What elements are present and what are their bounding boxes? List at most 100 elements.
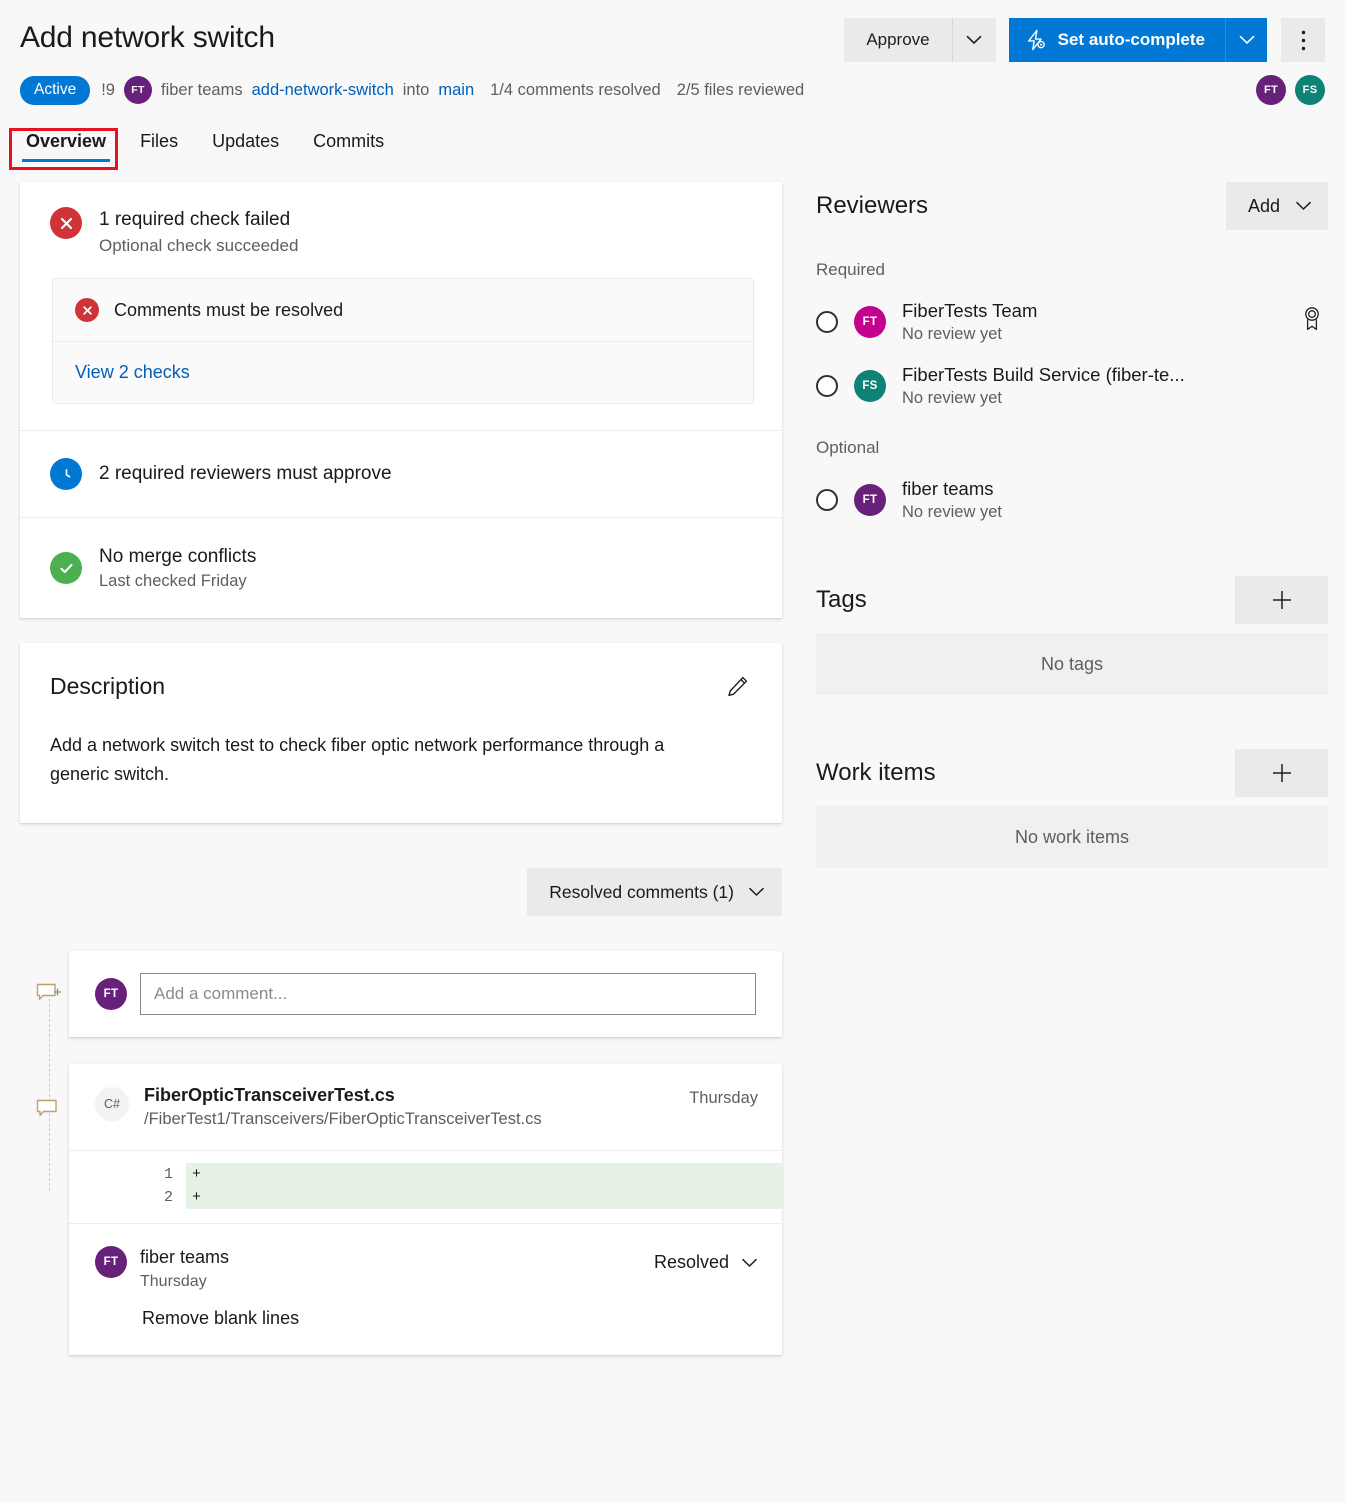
header-avatar-group: FT FS [1256, 75, 1325, 105]
diff-line-number: 2 [69, 1189, 186, 1206]
page-title: Add network switch [20, 16, 275, 56]
avatar[interactable]: FS [1295, 75, 1325, 105]
chevron-down-icon [1295, 201, 1312, 211]
policy-row-title: No merge conflicts [99, 545, 256, 569]
title-row: Add network switch Approve [20, 16, 1325, 62]
avatar-initials: FT [863, 494, 878, 506]
policy-row-reviewers: 2 required reviewers must approve [20, 430, 782, 517]
file-thread-header: C# FiberOpticTransceiverTest.cs /FiberTe… [69, 1064, 782, 1150]
policy-row-text: No merge conflicts Last checked Friday [99, 545, 256, 591]
source-branch-link[interactable]: add-network-switch [252, 81, 394, 100]
lightning-gear-icon [1025, 29, 1047, 51]
tags-section: Tags No tags [816, 576, 1328, 695]
plus-icon [1270, 761, 1294, 785]
reviewer-status: No review yet [902, 503, 1322, 522]
diff-line-content: + [186, 1186, 782, 1209]
avatar[interactable]: FT [1256, 75, 1286, 105]
check-row[interactable]: Comments must be resolved [53, 279, 753, 341]
approve-dropdown-button[interactable] [952, 18, 996, 62]
target-branch-link[interactable]: main [438, 81, 474, 100]
edit-description-button[interactable] [720, 669, 754, 703]
pr-meta-row: Active !9 FT fiber teams add-network-swi… [20, 75, 1325, 105]
tab-files[interactable]: Files [136, 127, 182, 162]
avatar-initials: FT [104, 1256, 119, 1268]
thread-connector-line [49, 999, 50, 1191]
reviewer-identity: fiber teams No review yet [902, 477, 1322, 522]
pencil-icon [725, 674, 750, 699]
into-label: into [403, 81, 430, 100]
add-comment-row: FT [69, 951, 782, 1037]
avatar-initials: FT [131, 84, 144, 96]
add-work-item-button[interactable] [1235, 749, 1328, 797]
reviewer-name: FiberTests Team [902, 299, 1286, 323]
approve-split-button: Approve [844, 18, 995, 62]
tags-empty-state: No tags [816, 633, 1328, 695]
reviewer-identity: FiberTests Team No review yet [902, 299, 1286, 344]
file-identity: FiberOpticTransceiverTest.cs /FiberTest1… [144, 1085, 674, 1129]
tab-bar: Overview Files Updates Commits [20, 127, 1325, 162]
view-checks-link[interactable]: View 2 checks [53, 342, 753, 403]
avatar-initials: FS [862, 380, 877, 392]
avatar-initials: FS [1303, 84, 1318, 96]
error-circle-icon [75, 298, 99, 322]
description-title: Description [50, 673, 165, 700]
policy-row-merge-conflicts: No merge conflicts Last checked Friday [20, 517, 782, 618]
reviewer-row-fiber-teams[interactable]: FT fiber teams No review yet [816, 477, 1328, 522]
required-ribbon-icon [1302, 306, 1322, 337]
work-items-section: Work items No work items [816, 749, 1328, 868]
avatar: FT [95, 978, 127, 1010]
approve-button[interactable]: Approve [844, 18, 951, 62]
reviewers-title: Reviewers [816, 192, 928, 220]
clock-hands [58, 466, 75, 483]
add-tag-button[interactable] [1235, 576, 1328, 624]
files-reviewed-count: 2/5 files reviewed [677, 81, 804, 100]
reviewer-status: No review yet [902, 325, 1286, 344]
resolved-comments-button[interactable]: Resolved comments (1) [527, 868, 782, 916]
add-comment-bubble-icon[interactable] [36, 983, 63, 1013]
more-vertical-icon [1301, 30, 1306, 51]
thread-comment: FT fiber teams Thursday Resolved [69, 1223, 782, 1355]
reviewer-vote-radio[interactable] [816, 311, 838, 333]
tab-commits[interactable]: Commits [309, 127, 388, 162]
comment-bubble-icon[interactable] [36, 1099, 60, 1127]
comment-status-dropdown[interactable]: Resolved [654, 1246, 758, 1273]
auto-complete-dropdown-button[interactable] [1225, 18, 1267, 62]
description-header: Description [50, 669, 754, 703]
set-auto-complete-button[interactable]: Set auto-complete [1009, 18, 1225, 62]
diff-row: 2 + [69, 1186, 782, 1209]
file-name[interactable]: FiberOpticTransceiverTest.cs [144, 1085, 674, 1106]
comment-threads: FT C# FiberOpticTransceiverTest.cs /Fibe… [20, 951, 782, 1355]
chevron-down-icon [748, 887, 765, 897]
reviewer-row-fibertests-team[interactable]: FT FiberTests Team No review yet [816, 299, 1328, 344]
reviewer-vote-radio[interactable] [816, 489, 838, 511]
work-items-empty-state: No work items [816, 806, 1328, 868]
file-comment-thread-card: C# FiberOpticTransceiverTest.cs /FiberTe… [69, 1064, 782, 1355]
avatar: FT [95, 1246, 127, 1278]
add-comment-card: FT [69, 951, 782, 1037]
diff-row: 1 + [69, 1163, 782, 1186]
pull-request-page: Add network switch Approve [0, 0, 1345, 1502]
chevron-down-icon [741, 1258, 758, 1268]
chevron-down-icon [1239, 35, 1255, 45]
more-actions-button[interactable] [1281, 18, 1325, 62]
avatar: FT [854, 306, 886, 338]
tab-overview[interactable]: Overview [22, 127, 110, 162]
description-body: Add a network switch test to check fiber… [50, 731, 700, 789]
check-label: Comments must be resolved [114, 300, 343, 321]
page-header: Add network switch Approve [0, 0, 1345, 162]
policies-card: 1 required check failed Optional check s… [20, 182, 782, 618]
comments-resolved-count: 1/4 comments resolved [490, 81, 661, 100]
add-comment-input[interactable] [140, 973, 756, 1015]
clock-icon [50, 458, 82, 490]
avatar-initials: FT [863, 316, 878, 328]
status-badge: Active [20, 76, 90, 105]
work-items-header: Work items [816, 749, 1328, 797]
file-badge-label: C# [104, 1097, 120, 1111]
add-reviewer-button[interactable]: Add [1226, 182, 1328, 230]
tab-updates[interactable]: Updates [208, 127, 283, 162]
pr-id: !9 [101, 81, 115, 100]
reviewer-vote-radio[interactable] [816, 375, 838, 397]
avatar-initials: FT [104, 988, 119, 1000]
reviewer-row-build-service[interactable]: FS FiberTests Build Service (fiber-te...… [816, 363, 1328, 408]
thread-gutter [32, 951, 68, 1355]
